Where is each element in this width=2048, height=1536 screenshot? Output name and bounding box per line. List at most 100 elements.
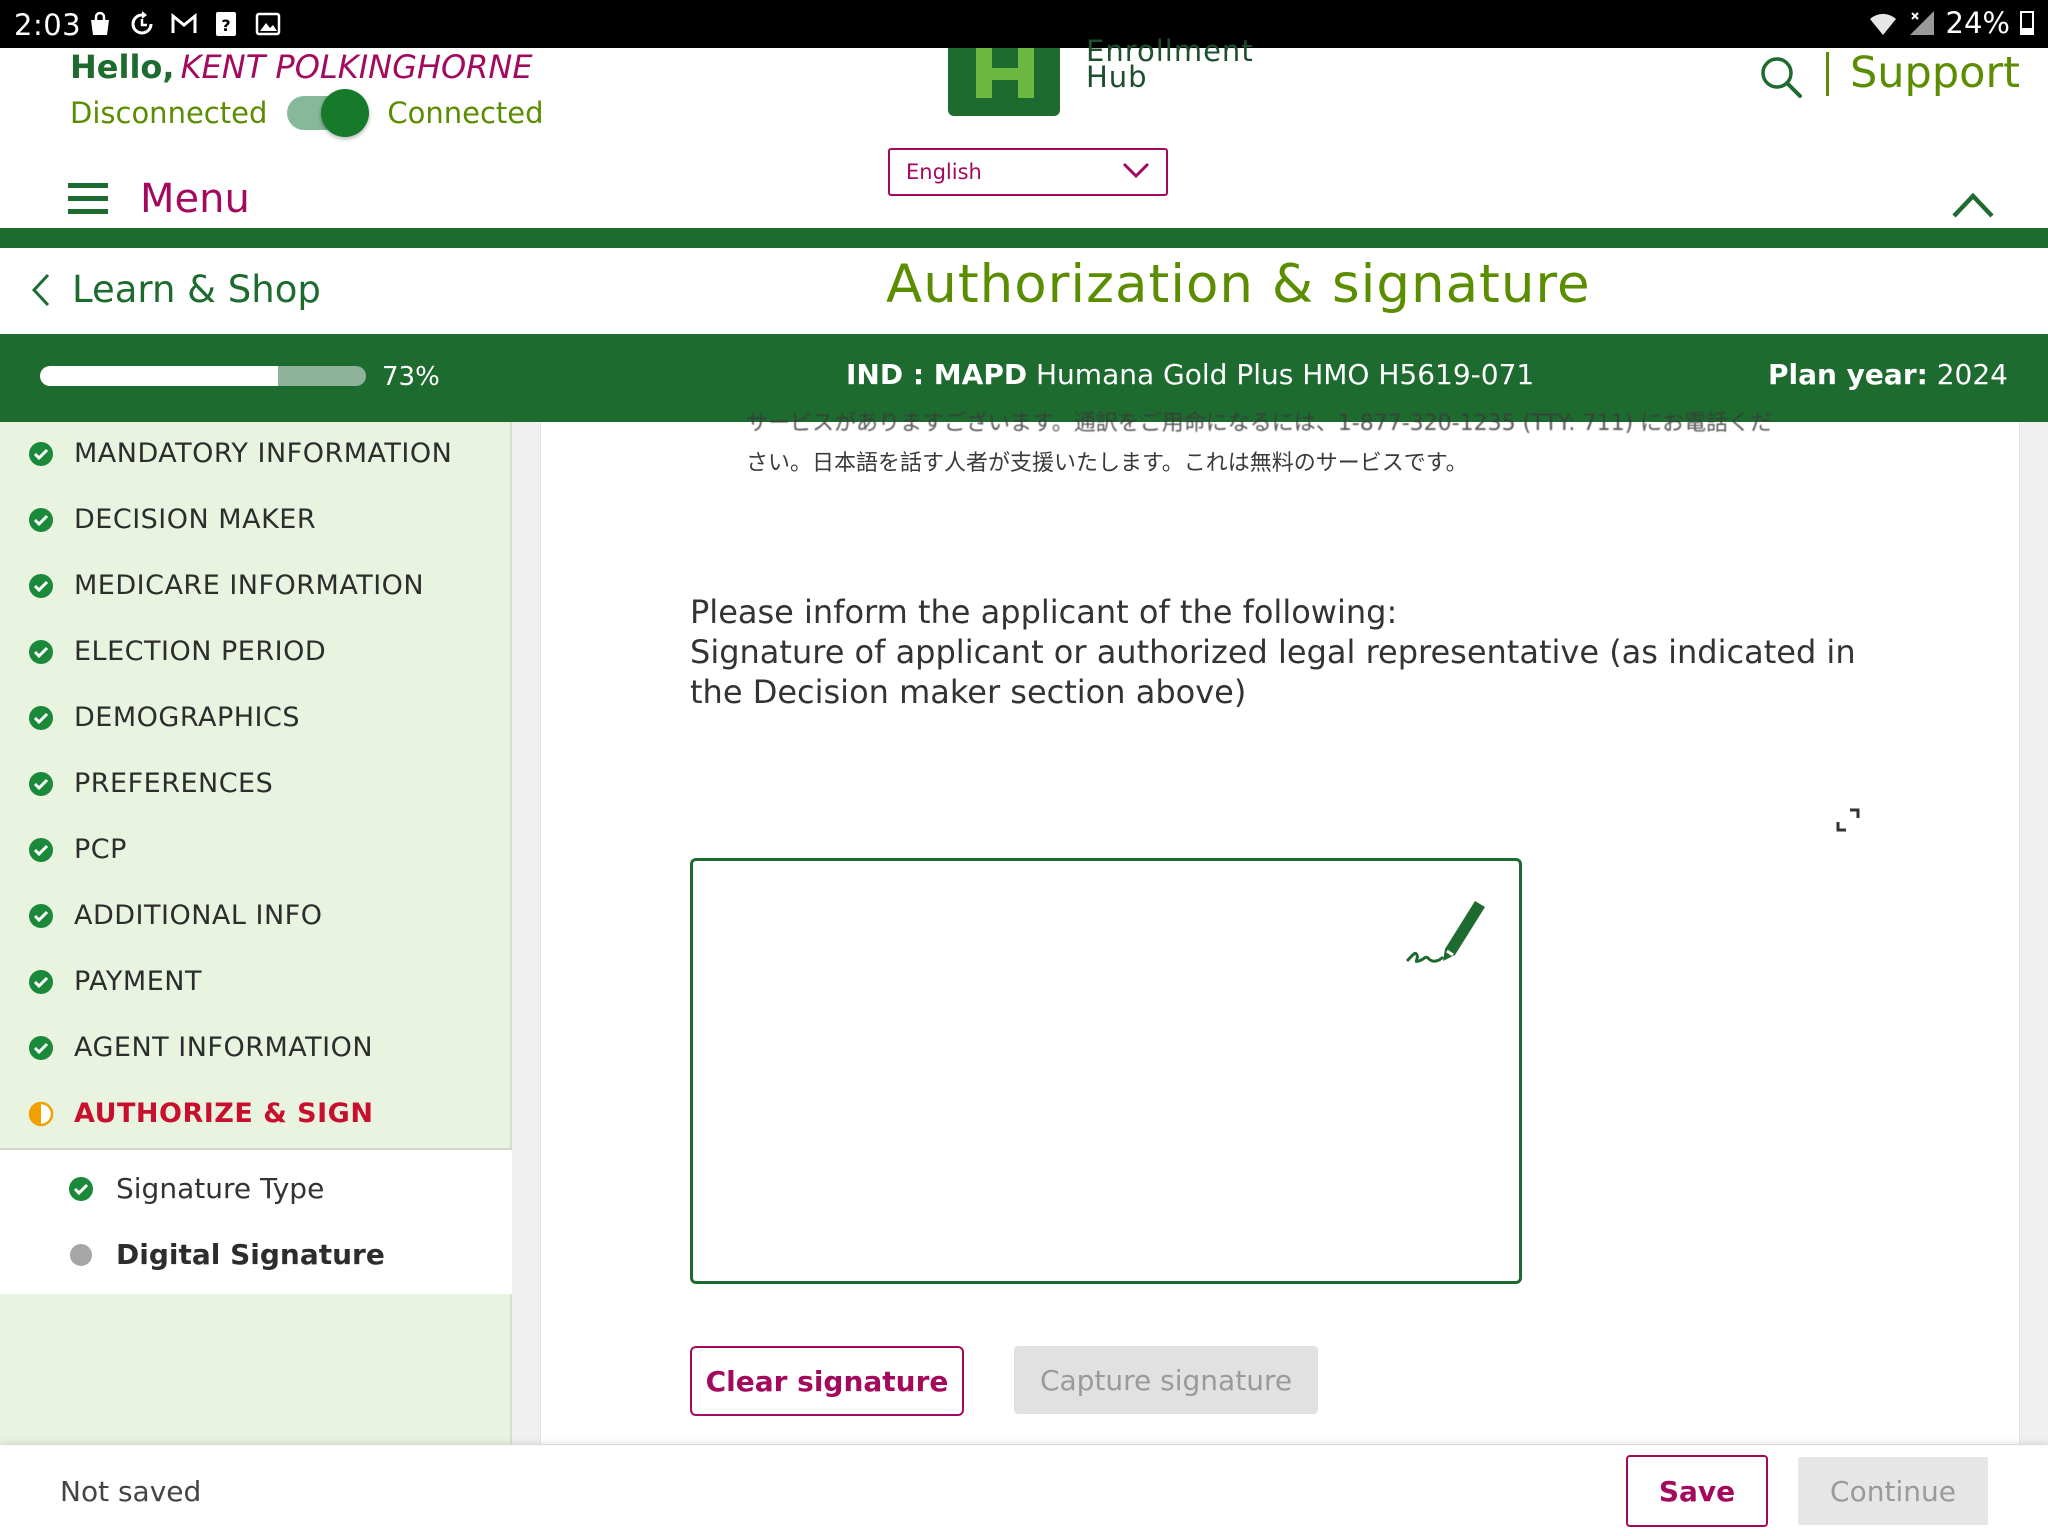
sync-icon: [131, 11, 153, 35]
step-label: PCP: [74, 834, 127, 865]
shopping-bag-icon: [91, 11, 109, 35]
app-header: Hello, KENT POLKINGHORNE Disconnected Con…: [0, 34, 2048, 228]
gmail-icon: [171, 12, 197, 33]
continue-button[interactable]: Continue: [1798, 1457, 1988, 1525]
header-green-rule: [0, 228, 2048, 248]
check-circle-icon: [29, 573, 53, 598]
support-link[interactable]: Support: [1850, 48, 2020, 98]
header-divider: [1826, 52, 1829, 96]
step-authorize-sign[interactable]: AUTHORIZE & SIGN: [28, 1098, 373, 1129]
substep-label: Digital Signature: [116, 1238, 385, 1271]
substep-label: Signature Type: [116, 1172, 325, 1205]
check-circle-icon: [29, 837, 53, 862]
applicant-notice: Please inform the applicant of the follo…: [690, 592, 1890, 712]
check-circle-icon: [29, 507, 53, 532]
check-circle-icon: [29, 705, 53, 730]
substep-signature-type[interactable]: Signature Type: [68, 1172, 324, 1205]
android-status-bar: 2:03 ? 24%: [0, 0, 2048, 48]
plan-info: IND : MAPD Humana Gold Plus HMO H5619-07…: [846, 358, 1534, 391]
enrollment-hub-logo: [948, 48, 1060, 116]
connection-toggle-row: Disconnected Connected: [70, 89, 544, 137]
save-button[interactable]: Save: [1626, 1455, 1768, 1527]
menu-label: Menu: [140, 176, 250, 222]
plan-type: IND : MAPD: [846, 358, 1028, 391]
check-circle-icon: [29, 903, 53, 928]
signal-icon: [1909, 11, 1934, 35]
check-circle-icon: [29, 441, 53, 466]
check-circle-icon: [29, 1035, 53, 1060]
menu-button[interactable]: Menu: [68, 176, 250, 222]
step-additional-info[interactable]: ADDITIONAL INFO: [28, 900, 322, 931]
save-status: Not saved: [60, 1475, 202, 1508]
expand-icon[interactable]: [1832, 804, 1864, 836]
step-label: PAYMENT: [74, 966, 202, 997]
half-circle-progress-icon: [28, 1101, 54, 1126]
user-name: KENT POLKINGHORNE: [180, 48, 533, 86]
page-title: Authorization & signature: [886, 254, 1591, 315]
toggle-off-label: Disconnected: [70, 96, 268, 130]
plan-year-label: Plan year:: [1767, 358, 1928, 391]
notice-heading: Please inform the applicant of the follo…: [690, 593, 1398, 631]
chevron-left-icon: [31, 273, 50, 306]
back-link-label: Learn & Shop: [72, 268, 321, 311]
step-demographics[interactable]: DEMOGRAPHICS: [28, 702, 300, 733]
step-label: DEMOGRAPHICS: [74, 702, 300, 733]
pen-sign-icon: [1405, 901, 1485, 963]
status-time: 2:03: [14, 8, 82, 42]
check-circle-icon: [29, 771, 53, 796]
language-select[interactable]: English: [888, 148, 1168, 196]
back-link[interactable]: Learn & Shop: [30, 268, 321, 311]
substep-digital-signature[interactable]: Digital Signature: [68, 1238, 385, 1271]
logo-h-mark: [976, 48, 1034, 98]
step-decision-maker[interactable]: DECISION MAKER: [28, 504, 316, 535]
brand-line-2: Hub: [1086, 60, 1148, 94]
plan-year-value: 2024: [1936, 358, 2008, 391]
svg-text:?: ?: [221, 16, 230, 35]
progress-percent: 73%: [382, 362, 440, 392]
check-circle-icon: [29, 639, 53, 664]
step-mandatory-information[interactable]: MANDATORY INFORMATION: [28, 438, 452, 469]
battery-percent: 24%: [1945, 6, 2010, 40]
clear-signature-button[interactable]: Clear signature: [690, 1346, 964, 1416]
plan-year: Plan year: 2024: [1768, 358, 2008, 391]
greeting-label: Hello,: [70, 48, 175, 86]
step-label: MEDICARE INFORMATION: [74, 570, 425, 601]
step-label: AUTHORIZE & SIGN: [74, 1098, 374, 1129]
japanese-line-1: サービスがありますございます。通訳をご用命になるには、1-877-320-123…: [746, 411, 1773, 436]
search-icon[interactable]: [1758, 54, 1804, 100]
progress-bar: [40, 366, 366, 386]
step-label: AGENT INFORMATION: [74, 1032, 374, 1063]
help-icon: ?: [216, 12, 236, 36]
step-agent-information[interactable]: AGENT INFORMATION: [28, 1032, 373, 1063]
step-label: PREFERENCES: [74, 768, 274, 799]
footer-bar: Not saved Save Continue: [0, 1444, 2048, 1536]
toggle-on-label: Connected: [387, 96, 544, 130]
step-label: ELECTION PERIOD: [74, 636, 327, 667]
step-medicare-information[interactable]: MEDICARE INFORMATION: [28, 570, 424, 601]
step-preferences[interactable]: PREFERENCES: [28, 768, 273, 799]
progress-fill: [40, 366, 278, 386]
toggle-knob: [321, 89, 370, 137]
current-dot-icon: [70, 1243, 92, 1266]
step-pcp[interactable]: PCP: [28, 834, 127, 865]
signature-pad[interactable]: [690, 858, 1522, 1284]
image-icon: [255, 12, 281, 36]
check-circle-icon: [29, 969, 53, 994]
step-payment[interactable]: PAYMENT: [28, 966, 202, 997]
capture-signature-button[interactable]: Capture signature: [1014, 1346, 1318, 1414]
title-row: Learn & Shop Authorization & signature: [0, 248, 2048, 334]
chevron-down-icon: [1122, 162, 1150, 179]
step-election-period[interactable]: ELECTION PERIOD: [28, 636, 326, 667]
language-selected: English: [906, 160, 982, 184]
hamburger-icon: [68, 183, 110, 215]
connection-toggle[interactable]: [287, 89, 370, 137]
greeting: Hello, KENT POLKINGHORNE: [70, 48, 533, 86]
japanese-line-2: さい。日本語を話す人者が支援いたします。これは無料のサービスです。: [746, 451, 1468, 476]
step-label: DECISION MAKER: [74, 504, 317, 535]
step-label: MANDATORY INFORMATION: [74, 438, 453, 469]
battery-icon: [2020, 11, 2034, 35]
wifi-icon: [1869, 13, 1896, 35]
chevron-up-icon[interactable]: [1950, 190, 1996, 220]
japanese-language-notice: サービスがありますございます。通訳をご用命になるには、1-877-320-123…: [746, 404, 1826, 484]
plan-name: Humana Gold Plus HMO H5619-071: [1036, 358, 1535, 391]
